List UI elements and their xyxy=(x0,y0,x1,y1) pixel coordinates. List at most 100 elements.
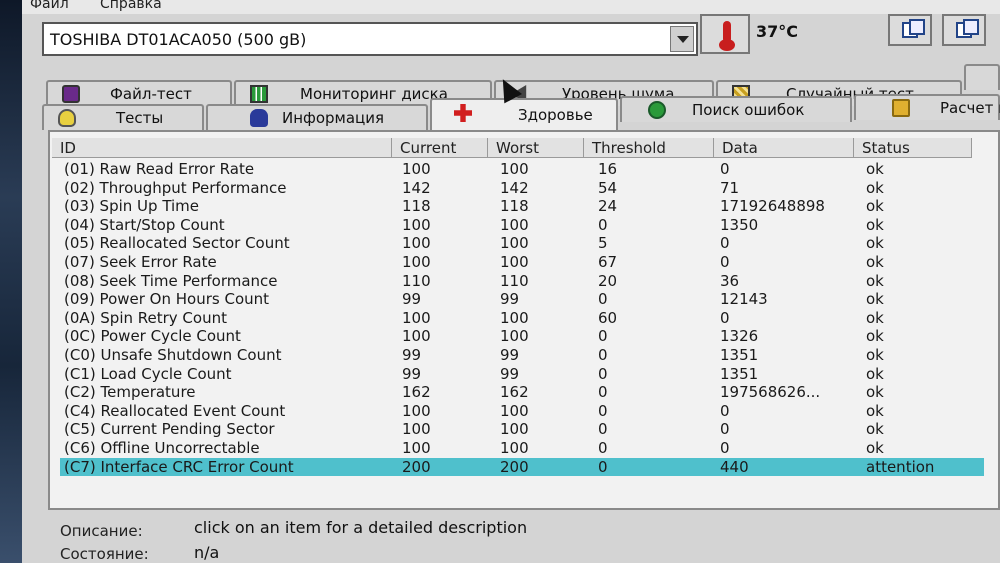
table-row[interactable]: (C1) Load Cycle Count 99 99 0 1351 ok xyxy=(60,365,984,384)
table-row[interactable]: (05) Reallocated Sector Count 100 100 5 0 ok xyxy=(60,234,984,253)
cell-id: (07) Seek Error Rate xyxy=(64,253,217,271)
tab-overflow[interactable] xyxy=(964,64,1000,90)
tab-calculation[interactable]: Расчет п xyxy=(854,94,1000,120)
tab-overflow-icon xyxy=(974,69,992,87)
dropdown-button[interactable] xyxy=(670,26,694,52)
tab-calculation-label: Расчет п xyxy=(940,99,1000,117)
tab-health-label: Здоровье xyxy=(518,106,593,124)
cell-id: (0A) Spin Retry Count xyxy=(64,308,227,327)
table-row[interactable]: (04) Start/Stop Count 100 100 0 1350 ok xyxy=(60,216,984,235)
cell-threshold: 24 xyxy=(598,197,618,216)
table-row[interactable]: (C2) Temperature 162 162 0 197568626... ok xyxy=(60,383,984,402)
cell-worst: 200 xyxy=(500,457,529,476)
column-worst[interactable]: Worst xyxy=(488,138,584,158)
cell-threshold: 16 xyxy=(598,160,618,178)
table-row[interactable]: (C5) Current Pending Sector 100 100 0 0 ok xyxy=(60,420,984,439)
cell-data: 0 xyxy=(720,308,730,327)
column-threshold[interactable]: Threshold xyxy=(584,138,714,158)
cell-current: 100 xyxy=(402,253,431,271)
cell-data: 0 xyxy=(720,253,730,271)
tab-error-scan[interactable]: Поиск ошибок xyxy=(620,96,852,122)
table-row[interactable]: (C6) Offline Uncorrectable 100 100 0 0 ok xyxy=(60,439,984,458)
device-select[interactable]: TOSHIBA DT01ACA050 (500 gB) xyxy=(42,22,698,56)
cell-data: 1351 xyxy=(720,346,759,364)
cell-current: 100 xyxy=(402,234,431,253)
cell-threshold: 0 xyxy=(598,401,608,420)
cell-current: 142 xyxy=(402,178,431,197)
cell-threshold: 20 xyxy=(598,271,618,290)
cell-threshold: 0 xyxy=(598,290,608,309)
cell-worst: 100 xyxy=(500,327,529,346)
cell-current: 100 xyxy=(402,308,431,327)
copy-all-icon xyxy=(956,19,979,38)
cell-data: 0 xyxy=(720,420,730,439)
table-row[interactable]: (01) Raw Read Error Rate 100 100 16 0 ok xyxy=(60,160,984,179)
menu-file[interactable]: Файл xyxy=(30,0,69,12)
cell-worst: 118 xyxy=(500,197,529,216)
cell-status: ok xyxy=(866,271,884,290)
cell-worst: 100 xyxy=(500,253,529,271)
file-test-icon xyxy=(62,85,80,103)
copy-all-button[interactable] xyxy=(942,14,986,46)
description-value: click on an item for a detailed descript… xyxy=(194,518,528,537)
monitor-chart-icon xyxy=(250,85,268,103)
cell-current: 100 xyxy=(402,439,431,457)
cell-id: (C2) Temperature xyxy=(64,383,196,402)
cell-current: 100 xyxy=(402,401,431,420)
cell-current: 99 xyxy=(402,364,422,383)
column-data[interactable]: Data xyxy=(714,138,854,158)
cell-status: ok xyxy=(866,160,884,178)
cell-status: ok xyxy=(866,178,884,197)
table-row[interactable]: (0C) Power Cycle Count 100 100 0 1326 ok xyxy=(60,327,984,346)
info-person-icon xyxy=(250,109,268,127)
cell-worst: 99 xyxy=(500,364,520,383)
tab-file-test[interactable]: Файл-тест xyxy=(46,80,232,106)
app-window: Файл Справка TOSHIBA DT01ACA050 (500 gB)… xyxy=(22,0,1000,563)
temperature-readout: 37°C xyxy=(756,22,799,41)
folder-icon xyxy=(892,99,910,117)
cell-worst: 100 xyxy=(500,215,529,234)
smart-panel: ID Current Worst Threshold Data Status (… xyxy=(48,130,1000,510)
table-row[interactable]: (02) Throughput Performance 142 142 54 71 ok xyxy=(60,179,984,198)
cell-status: ok xyxy=(866,215,884,234)
table-row[interactable]: (08) Seek Time Performance 110 110 20 36 ok xyxy=(60,272,984,291)
table-row[interactable]: (C0) Unsafe Shutdown Count 99 99 0 1351 ok xyxy=(60,346,984,365)
table-row[interactable]: (09) Power On Hours Count 99 99 0 12143 ok xyxy=(60,290,984,309)
table-row[interactable]: (C4) Reallocated Event Count 100 100 0 0 ok xyxy=(60,402,984,421)
cell-status: ok xyxy=(866,383,884,402)
cell-worst: 142 xyxy=(500,178,529,197)
cell-id: (C0) Unsafe Shutdown Count xyxy=(64,346,282,364)
tab-tests[interactable]: Тесты xyxy=(42,104,204,130)
table-header: ID Current Worst Threshold Data Status xyxy=(50,138,1000,158)
column-current[interactable]: Current xyxy=(392,138,488,158)
cell-threshold: 0 xyxy=(598,364,608,383)
cell-worst: 110 xyxy=(500,271,529,290)
table-row[interactable]: (0A) Spin Retry Count 100 100 60 0 ok xyxy=(60,309,984,328)
tab-health[interactable]: Здоровье xyxy=(430,98,618,130)
cell-worst: 162 xyxy=(500,383,529,402)
cell-worst: 99 xyxy=(500,290,520,309)
tab-information[interactable]: Информация xyxy=(206,104,428,130)
cell-data: 1326 xyxy=(720,327,759,346)
cell-id: (C7) Interface CRC Error Count xyxy=(64,457,294,476)
column-status[interactable]: Status xyxy=(854,138,972,158)
cell-worst: 99 xyxy=(500,346,520,364)
table-row[interactable]: (C7) Interface CRC Error Count 200 200 0 440… xyxy=(60,457,984,477)
cell-status: ok xyxy=(866,197,884,216)
table-row[interactable]: (03) Spin Up Time 118 118 24 17192648898 ok xyxy=(60,197,984,216)
cell-threshold: 0 xyxy=(598,383,608,402)
column-id[interactable]: ID xyxy=(52,138,392,158)
table-row[interactable]: (07) Seek Error Rate 100 100 67 0 ok xyxy=(60,253,984,272)
cell-status: ok xyxy=(866,401,884,420)
cell-worst: 100 xyxy=(500,234,529,253)
cell-id: (0C) Power Cycle Count xyxy=(64,327,241,346)
temperature-button[interactable] xyxy=(700,14,750,54)
description-label: Описание: xyxy=(60,522,143,540)
cell-current: 99 xyxy=(402,290,422,309)
copy-button[interactable] xyxy=(888,14,932,46)
cell-current: 100 xyxy=(402,420,431,439)
cell-status: ok xyxy=(866,327,884,346)
cell-id: (04) Start/Stop Count xyxy=(64,215,225,234)
cell-data: 0 xyxy=(720,401,730,420)
menu-help[interactable]: Справка xyxy=(100,0,162,12)
